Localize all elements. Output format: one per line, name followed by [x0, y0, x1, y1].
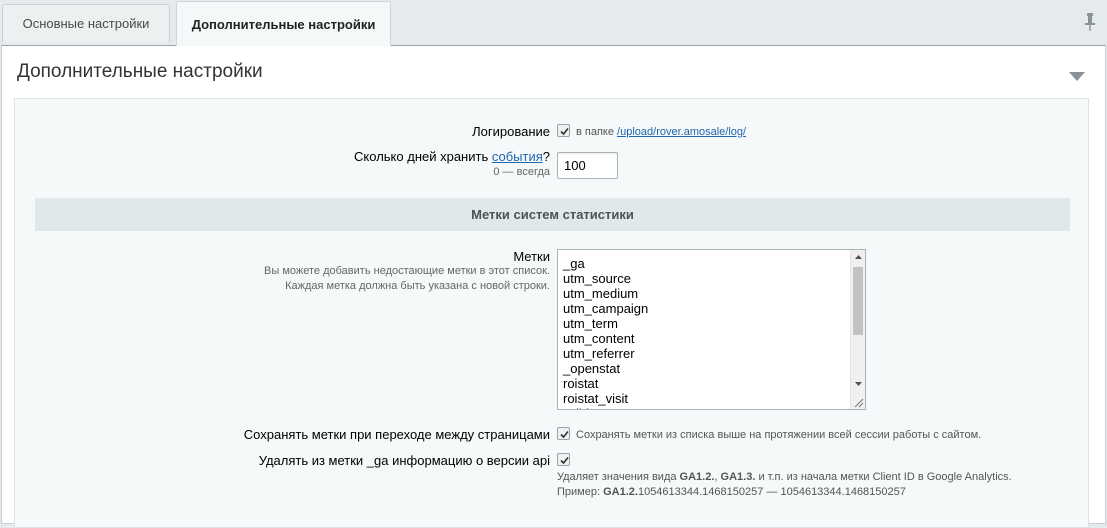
checkmark-icon [560, 430, 569, 439]
tag-line: utm_content [563, 331, 635, 346]
save-tags-checkbox[interactable] [557, 427, 570, 440]
settings-panel: Дополнительные настройки Логирование в п… [1, 45, 1106, 528]
tag-line: utm_medium [563, 286, 639, 301]
save-tags-row: Сохранять метки при переходе между стран… [15, 425, 1090, 445]
tab-additional-settings[interactable]: Дополнительные настройки [176, 1, 391, 46]
save-tags-note: Сохранять метки из списка выше на протяж… [576, 429, 982, 441]
remove-ga-note-1: Удаляет значения вида GA1.2., GA1.3. и т… [557, 471, 1012, 483]
save-tags-label: Сохранять метки при переходе между стран… [243, 427, 550, 442]
logging-label: Логирование [472, 124, 550, 139]
panel-title: Дополнительные настройки [17, 61, 263, 82]
section-title: Метки систем статистики [471, 207, 634, 222]
tag-line: utm_source [563, 271, 631, 286]
section-header: Метки систем статистики [35, 198, 1070, 231]
remove-ga-checkbox[interactable] [557, 453, 570, 466]
note1-part-b: GA1.2. [679, 471, 715, 483]
note2-part-a: Пример: [557, 486, 604, 498]
remove-ga-row: Удалять из метки _ga информацию о версии… [15, 452, 1090, 502]
scroll-down-arrow-icon[interactable] [851, 376, 865, 391]
logging-note-prefix: в папке [576, 126, 614, 138]
days-row: Сколько дней хранить события? 0 — всегда [15, 149, 1090, 185]
logging-row: Логирование в папке /upload/rover.amosal… [15, 121, 1090, 141]
days-label-suffix: ? [542, 149, 550, 164]
tags-textarea[interactable]: _ga utm_source utm_medium utm_campaign utm_t… [557, 249, 866, 410]
settings-form: Логирование в папке /upload/rover.amosal… [14, 98, 1089, 528]
tags-row: Метки Вы можете добавить недостающие мет… [15, 249, 1090, 411]
tags-hint-1: Вы можете добавить недостающие метки в э… [264, 265, 550, 277]
tag-line: _openstat [563, 361, 621, 376]
textarea-scrollbar[interactable] [850, 250, 865, 409]
collapse-triangle-icon[interactable] [1069, 70, 1085, 81]
tab-bar: Основные настройки Дополнительные настро… [0, 0, 1107, 46]
tags-hint-2: Каждая метка должна быть указана с новой… [285, 280, 550, 292]
days-hint: 0 — всегда [493, 166, 550, 178]
resize-grip-icon[interactable] [852, 396, 864, 408]
note1-part-e: и т.п. из начала метки Client ID в Googl… [755, 471, 1012, 483]
tag-line: utm_campaign [563, 301, 649, 316]
tab-additional-settings-label: Дополнительные настройки [191, 16, 376, 32]
tags-textarea-content: _ga utm_source utm_medium utm_campaign utm_t… [563, 256, 649, 409]
tab-main-settings-label: Основные настройки [22, 16, 150, 31]
logging-folder-link[interactable]: /upload/rover.amosale/log/ [617, 126, 746, 138]
tag-line: yclid [563, 406, 648, 409]
days-label: Сколько дней хранить события? [354, 149, 550, 164]
checkmark-icon [560, 127, 569, 136]
note1-part-a: Удаляет значения вида [557, 471, 680, 483]
logging-checkbox[interactable] [557, 124, 570, 137]
remove-ga-note-2: Пример: GA1.2.1054613344.1468150257 — 10… [557, 486, 906, 498]
scroll-up-arrow-icon[interactable] [851, 250, 865, 265]
tag-line: roistat [563, 376, 599, 391]
tab-main-settings[interactable]: Основные настройки [2, 4, 170, 42]
note2-part-c: 1054613344.1468150257 — 1054613344.14681… [637, 486, 906, 498]
checkmark-icon [560, 456, 569, 465]
days-input[interactable] [557, 152, 618, 179]
tag-line: utm_term [563, 316, 618, 331]
events-link[interactable]: события [492, 149, 543, 164]
remove-ga-label: Удалять из метки _ga информацию о версии… [258, 453, 550, 468]
days-label-prefix: Сколько дней хранить [354, 149, 492, 164]
tag-line: utm_referrer [563, 346, 635, 361]
note2-part-b: GA1.2. [603, 486, 638, 498]
tag-line: roistat_visit [563, 391, 629, 406]
tags-label: Метки [513, 249, 550, 264]
note1-part-d: GA1.3. [720, 471, 756, 483]
pin-icon[interactable] [1083, 12, 1097, 32]
logging-note: в папке /upload/rover.amosale/log/ [576, 126, 746, 138]
scroll-thumb[interactable] [853, 267, 863, 335]
tag-line: _ga [563, 256, 585, 271]
